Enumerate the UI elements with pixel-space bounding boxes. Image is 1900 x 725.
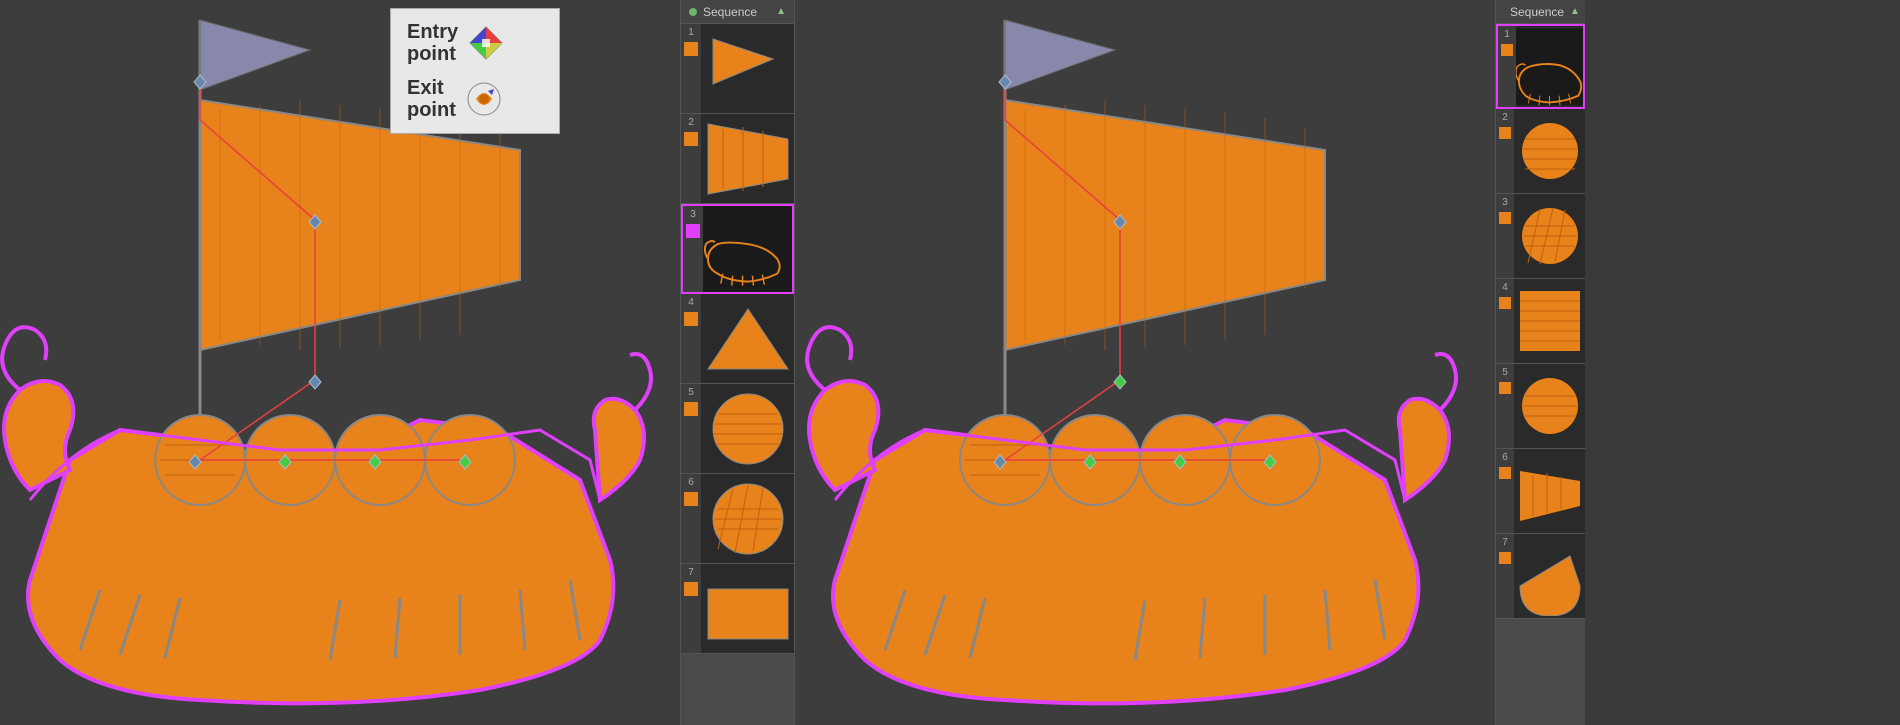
entry-point-label: Entry point <box>407 21 458 65</box>
seq-item-4[interactable]: 4 <box>681 294 794 384</box>
right-seq-item-5[interactable]: 5 <box>1496 364 1585 449</box>
right-seq-item-1[interactable]: 1 <box>1496 24 1585 109</box>
seq-dot-left <box>689 8 697 16</box>
seq-item-6[interactable]: 6 <box>681 474 794 564</box>
right-seq-item-7[interactable]: 7 <box>1496 534 1585 619</box>
seq-item-3[interactable]: 3 <box>681 204 794 294</box>
seq-item-2[interactable]: 2 <box>681 114 794 204</box>
right-seq-item-4[interactable]: 4 <box>1496 279 1585 364</box>
right-seq-item-3[interactable]: 3 <box>1496 194 1585 279</box>
left-canvas: Entry point Exit point <box>0 0 680 725</box>
right-seq-arrow: ▲ <box>1570 6 1580 17</box>
left-sequence-panel: Sequence ▲ 1 2 <box>680 0 795 725</box>
right-canvas <box>795 0 1495 725</box>
seq-item-5[interactable]: 5 <box>681 384 794 474</box>
right-sequence-panel: Sequence ▲ 1 <box>1495 0 1585 725</box>
left-seq-label: Sequence <box>703 5 770 19</box>
left-seq-arrow: ▲ <box>776 6 786 17</box>
exit-icon <box>466 81 502 117</box>
right-sequence-header: Sequence ▲ <box>1496 0 1585 24</box>
right-ship-svg <box>795 0 1495 725</box>
right-seq-label: Sequence <box>1510 5 1564 19</box>
right-seq-item-6[interactable]: 6 <box>1496 449 1585 534</box>
left-sequence-header: Sequence ▲ <box>681 0 794 24</box>
left-sequence-items[interactable]: 1 2 <box>681 24 794 725</box>
exit-point-label: Exit point <box>407 77 456 121</box>
seq-item-1[interactable]: 1 <box>681 24 794 114</box>
entry-exit-popup: Entry point Exit point <box>390 8 560 134</box>
seq-item-7[interactable]: 7 <box>681 564 794 654</box>
right-seq-item-2[interactable]: 2 <box>1496 109 1585 194</box>
left-ship-svg <box>0 0 680 725</box>
entry-icon <box>468 25 504 61</box>
right-sequence-items[interactable]: 1 2 <box>1496 24 1585 725</box>
